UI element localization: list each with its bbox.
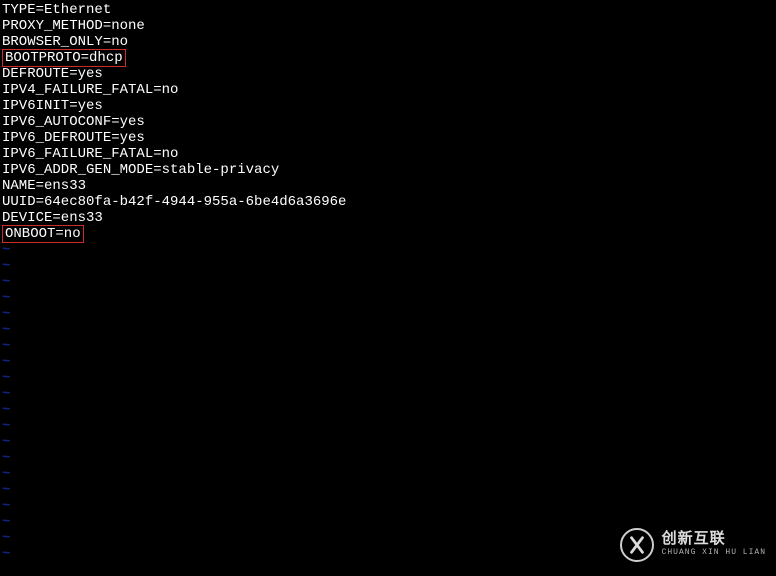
config-line: BROWSER_ONLY=no (2, 34, 774, 50)
empty-line-tilde: ~ (2, 450, 774, 466)
empty-line-tilde: ~ (2, 530, 774, 546)
empty-line-tilde: ~ (2, 274, 774, 290)
empty-line-tilde: ~ (2, 322, 774, 338)
empty-line-tilde: ~ (2, 434, 774, 450)
terminal-editor[interactable]: TYPE=EthernetPROXY_METHOD=noneBROWSER_ON… (0, 0, 776, 564)
empty-line-tilde: ~ (2, 354, 774, 370)
config-line: IPV6_DEFROUTE=yes (2, 130, 774, 146)
empty-line-tilde: ~ (2, 498, 774, 514)
empty-line-tilde: ~ (2, 482, 774, 498)
empty-line-tilde: ~ (2, 514, 774, 530)
config-line: UUID=64ec80fa-b42f-4944-955a-6be4d6a3696… (2, 194, 774, 210)
empty-line-tilde: ~ (2, 258, 774, 274)
empty-line-tilde: ~ (2, 242, 774, 258)
config-line: DEFROUTE=yes (2, 66, 774, 82)
config-line: IPV6INIT=yes (2, 98, 774, 114)
config-line: IPV6_AUTOCONF=yes (2, 114, 774, 130)
empty-line-tilde: ~ (2, 306, 774, 322)
empty-line-tilde: ~ (2, 466, 774, 482)
empty-line-tilde: ~ (2, 402, 774, 418)
config-line: NAME=ens33 (2, 178, 774, 194)
config-line: IPV6_ADDR_GEN_MODE=stable-privacy (2, 162, 774, 178)
config-line: IPV4_FAILURE_FATAL=no (2, 82, 774, 98)
config-line: TYPE=Ethernet (2, 2, 774, 18)
empty-line-tilde: ~ (2, 290, 774, 306)
empty-line-tilde: ~ (2, 386, 774, 402)
highlighted-config: BOOTPROTO=dhcp (2, 49, 126, 67)
config-line: BOOTPROTO=dhcp (2, 50, 774, 66)
empty-line-tilde: ~ (2, 370, 774, 386)
config-line: DEVICE=ens33 (2, 210, 774, 226)
config-line: PROXY_METHOD=none (2, 18, 774, 34)
config-line: IPV6_FAILURE_FATAL=no (2, 146, 774, 162)
empty-line-tilde: ~ (2, 338, 774, 354)
empty-line-tilde: ~ (2, 418, 774, 434)
highlighted-config: ONBOOT=no (2, 225, 84, 243)
config-line: ONBOOT=no (2, 226, 774, 242)
empty-line-tilde: ~ (2, 546, 774, 562)
